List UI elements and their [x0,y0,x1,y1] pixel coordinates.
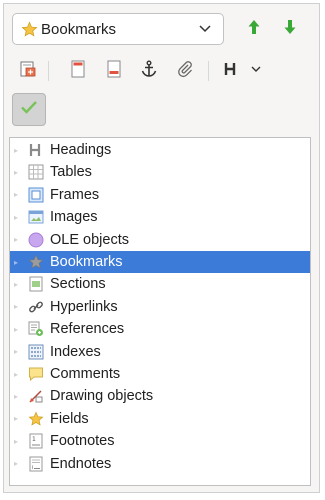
expander-icon[interactable]: ▸ [14,392,26,401]
footer-button[interactable] [101,57,127,85]
expander-icon[interactable]: ▸ [14,168,26,177]
category-select[interactable]: Bookmarks [12,13,224,45]
heading-levels-icon [223,60,263,83]
header-icon [71,60,85,83]
chevron-down-icon [193,25,217,33]
expander-icon[interactable]: ▸ [14,347,26,356]
content-tree: ▸ Headings ▸ Tables ▸ Frames ▸ Images ▸ OLE objec… [9,137,311,486]
tree-item-bookmarks[interactable]: ▸ Bookmarks [10,251,310,273]
navigator-toolbar [12,57,312,85]
expander-icon[interactable]: ▸ [14,258,26,267]
header-button[interactable] [65,57,91,85]
toggle-navigator-button[interactable] [15,57,41,85]
update-button[interactable] [12,93,46,126]
tree-item-label: Footnotes [50,433,115,450]
tree-item-label: Endnotes [50,455,112,472]
tree-item-comments[interactable]: ▸ Comments [10,363,310,385]
endnote-icon: i [28,456,44,472]
tree-item-sections[interactable]: ▸ Sections [10,273,310,295]
hyperlink-icon [28,299,44,315]
tree-item-tables[interactable]: ▸ Tables [10,161,310,183]
tree-item-label: Sections [50,276,106,293]
expander-icon[interactable]: ▸ [14,280,26,289]
previous-button[interactable] [243,18,265,40]
toolbar-separator [48,61,49,81]
heading-icon [28,142,44,158]
tree-item-drawing-objects[interactable]: ▸ Drawing objects [10,385,310,407]
tree-item-label: Frames [50,186,100,203]
next-button[interactable] [279,18,301,40]
arrow-up-icon [247,19,261,40]
category-select-value: Bookmarks [41,20,117,38]
checkmark-icon [20,99,38,120]
arrow-down-icon [283,19,297,40]
anchor-icon [140,60,158,83]
tree-item-label: Hyperlinks [50,298,118,315]
reference-icon [28,321,44,337]
heading-levels-button[interactable] [222,57,264,85]
expander-icon[interactable]: ▸ [14,325,26,334]
tree-item-footnotes[interactable]: ▸ 1 Footnotes [10,430,310,452]
svg-text:1: 1 [32,436,36,443]
tree-item-label: Fields [50,410,89,427]
tree-item-label: Tables [50,164,92,181]
expander-icon[interactable]: ▸ [14,414,26,423]
expander-icon[interactable]: ▸ [14,302,26,311]
expander-icon[interactable]: ▸ [14,459,26,468]
tree-item-references[interactable]: ▸ References [10,318,310,340]
expander-icon[interactable]: ▸ [14,213,26,222]
section-icon [28,276,44,292]
tree-item-label: Drawing objects [50,388,154,405]
tree-item-endnotes[interactable]: ▸ i Endnotes [10,453,310,475]
tree-item-label: Comments [50,366,121,382]
tree-item-label: References [50,321,125,338]
drawing-object-icon [28,388,44,404]
expander-icon[interactable]: ▸ [14,235,26,244]
footer-icon [107,60,121,83]
toggle-navigator-icon [19,60,37,83]
tree-item-label: Images [50,209,98,226]
paperclip-icon [176,60,194,83]
expander-icon[interactable]: ▸ [14,370,26,379]
tree-item-fields[interactable]: ▸ Fields [10,408,310,430]
anchor-button[interactable] [136,57,162,85]
expander-icon[interactable]: ▸ [14,190,26,199]
bookmark-star-icon [28,254,44,270]
tree-item-frames[interactable]: ▸ Frames [10,184,310,206]
tree-item-headings[interactable]: ▸ Headings [10,139,310,161]
footnote-icon: 1 [28,433,44,449]
ole-object-icon [28,232,44,248]
tree-item-label: Headings [50,142,112,158]
star-icon [21,21,38,38]
tree-item-label: Indexes [50,343,101,360]
comment-icon [28,366,44,382]
tree-item-hyperlinks[interactable]: ▸ Hyperlinks [10,296,310,318]
index-icon [28,344,44,360]
tree-item-indexes[interactable]: ▸ Indexes [10,341,310,363]
table-icon [28,164,44,180]
tree-item-images[interactable]: ▸ Images [10,206,310,228]
expander-icon[interactable]: ▸ [14,437,26,446]
attachment-button[interactable] [172,57,198,85]
frame-icon [28,187,44,203]
tree-item-label: Bookmarks [50,254,123,270]
image-icon [28,209,44,225]
field-star-icon [28,411,44,427]
toolbar-separator [208,61,209,81]
tree-item-label: OLE objects [50,231,129,248]
svg-text:i: i [32,465,33,471]
expander-icon[interactable]: ▸ [14,146,26,155]
tree-item-ole-objects[interactable]: ▸ OLE objects [10,229,310,251]
